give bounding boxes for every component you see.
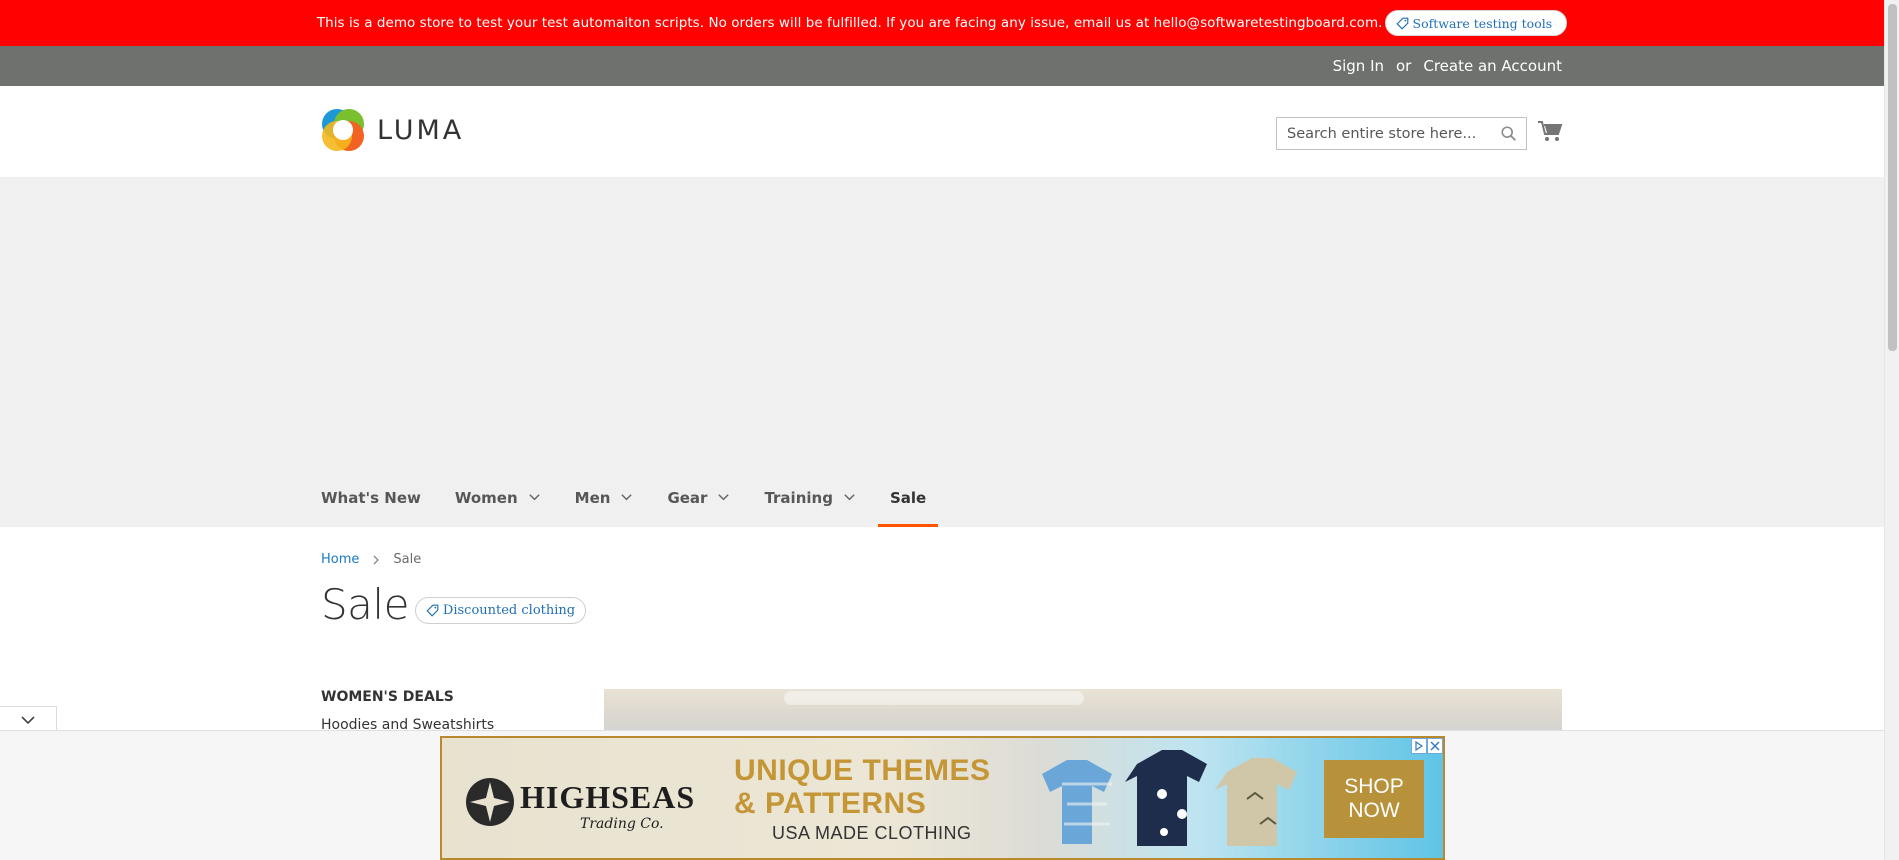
nav-label: Men <box>574 488 611 507</box>
nav-label: What's New <box>321 488 421 507</box>
ad-brand: HIGHSEAS <box>520 779 695 815</box>
account-bar: Sign In or Create an Account <box>0 46 1884 86</box>
cta-line1: SHOP <box>1344 775 1404 798</box>
womens-deals-heading: WOMEN'S DEALS <box>321 689 454 705</box>
cart-icon[interactable] <box>1537 119 1563 143</box>
nav-label: Sale <box>889 488 927 507</box>
vertical-scrollbar[interactable] <box>1884 0 1899 860</box>
software-testing-tools-label: Software testing tools <box>1412 15 1553 31</box>
close-icon[interactable] <box>1427 738 1443 754</box>
page-title-row: Sale Discounted clothing <box>321 580 587 629</box>
search-input[interactable] <box>1277 118 1487 149</box>
nav-item-training[interactable]: Training <box>752 468 867 527</box>
demo-notice-bar: This is a demo store to test your test a… <box>0 0 1884 46</box>
highseas-ad[interactable]: HIGHSEAS Trading Co. UNIQUE THEMES & PAT… <box>440 736 1445 860</box>
demo-notice-text: This is a demo store to test your test a… <box>316 15 1383 31</box>
nav-item-women[interactable]: Women <box>443 468 553 527</box>
ad-headline-line2: & PATTERNS <box>734 787 927 820</box>
cta-line2: NOW <box>1348 799 1400 822</box>
highseas-logo: HIGHSEAS Trading Co. <box>466 778 695 832</box>
discounted-clothing-label: Discounted clothing <box>442 603 576 618</box>
nav-item-sale[interactable]: Sale <box>877 468 939 527</box>
site-header: LUMA <box>0 86 1884 177</box>
shirt-images <box>1042 750 1297 846</box>
create-account-link[interactable]: Create an Account <box>1423 57 1562 75</box>
breadcrumb: Home Sale <box>321 552 421 567</box>
chevron-down-icon <box>844 494 855 501</box>
account-links: Sign In or Create an Account <box>1333 46 1562 86</box>
nav-label: Women <box>454 488 518 507</box>
luma-logo[interactable]: LUMA <box>321 108 464 152</box>
page-title: Sale <box>321 580 409 629</box>
shop-now-button[interactable]: SHOP NOW <box>1324 760 1424 838</box>
banner-cloud-decor <box>784 691 1084 705</box>
luma-logo-icon <box>322 109 364 151</box>
tag-icon <box>426 604 439 617</box>
logo-text: LUMA <box>377 114 465 146</box>
ad-headline-line1: UNIQUE THEMES <box>734 754 991 787</box>
chevron-right-icon <box>373 555 380 564</box>
nav-item-gear[interactable]: Gear <box>655 468 742 527</box>
discounted-clothing-link[interactable]: Discounted clothing <box>414 597 587 624</box>
search-box[interactable] <box>1276 117 1527 150</box>
ad-headline: UNIQUE THEMES & PATTERNS <box>734 754 991 820</box>
or-separator: or <box>1396 57 1412 75</box>
chevron-down-icon <box>528 494 540 501</box>
nav-label: Gear <box>667 488 708 507</box>
tag-icon <box>1395 17 1408 30</box>
chevron-down-icon <box>21 716 35 725</box>
sign-in-link[interactable]: Sign In <box>1333 57 1384 75</box>
software-testing-tools-link[interactable]: Software testing tools <box>1384 10 1568 36</box>
ad-subline: USA MADE CLOTHING <box>772 823 972 843</box>
nav-item-whats-new[interactable]: What's New <box>321 468 433 527</box>
ad-collapse-toggle[interactable] <box>0 706 57 733</box>
nav-label: Training <box>764 488 833 507</box>
scrollbar-thumb[interactable] <box>1888 4 1897 351</box>
ad-brand-sub: Trading Co. <box>580 816 664 832</box>
search-icon[interactable] <box>1500 125 1518 143</box>
chevron-down-icon <box>718 494 730 501</box>
breadcrumb-home-link[interactable]: Home <box>321 552 359 567</box>
adchoices-icon[interactable] <box>1411 738 1427 754</box>
chevron-down-icon <box>621 494 633 501</box>
main-navigation: What's New Women Men Gear Training Sale <box>321 468 948 527</box>
nav-item-men[interactable]: Men <box>563 468 646 527</box>
breadcrumb-current: Sale <box>393 552 422 567</box>
ad-controls <box>1411 738 1443 754</box>
